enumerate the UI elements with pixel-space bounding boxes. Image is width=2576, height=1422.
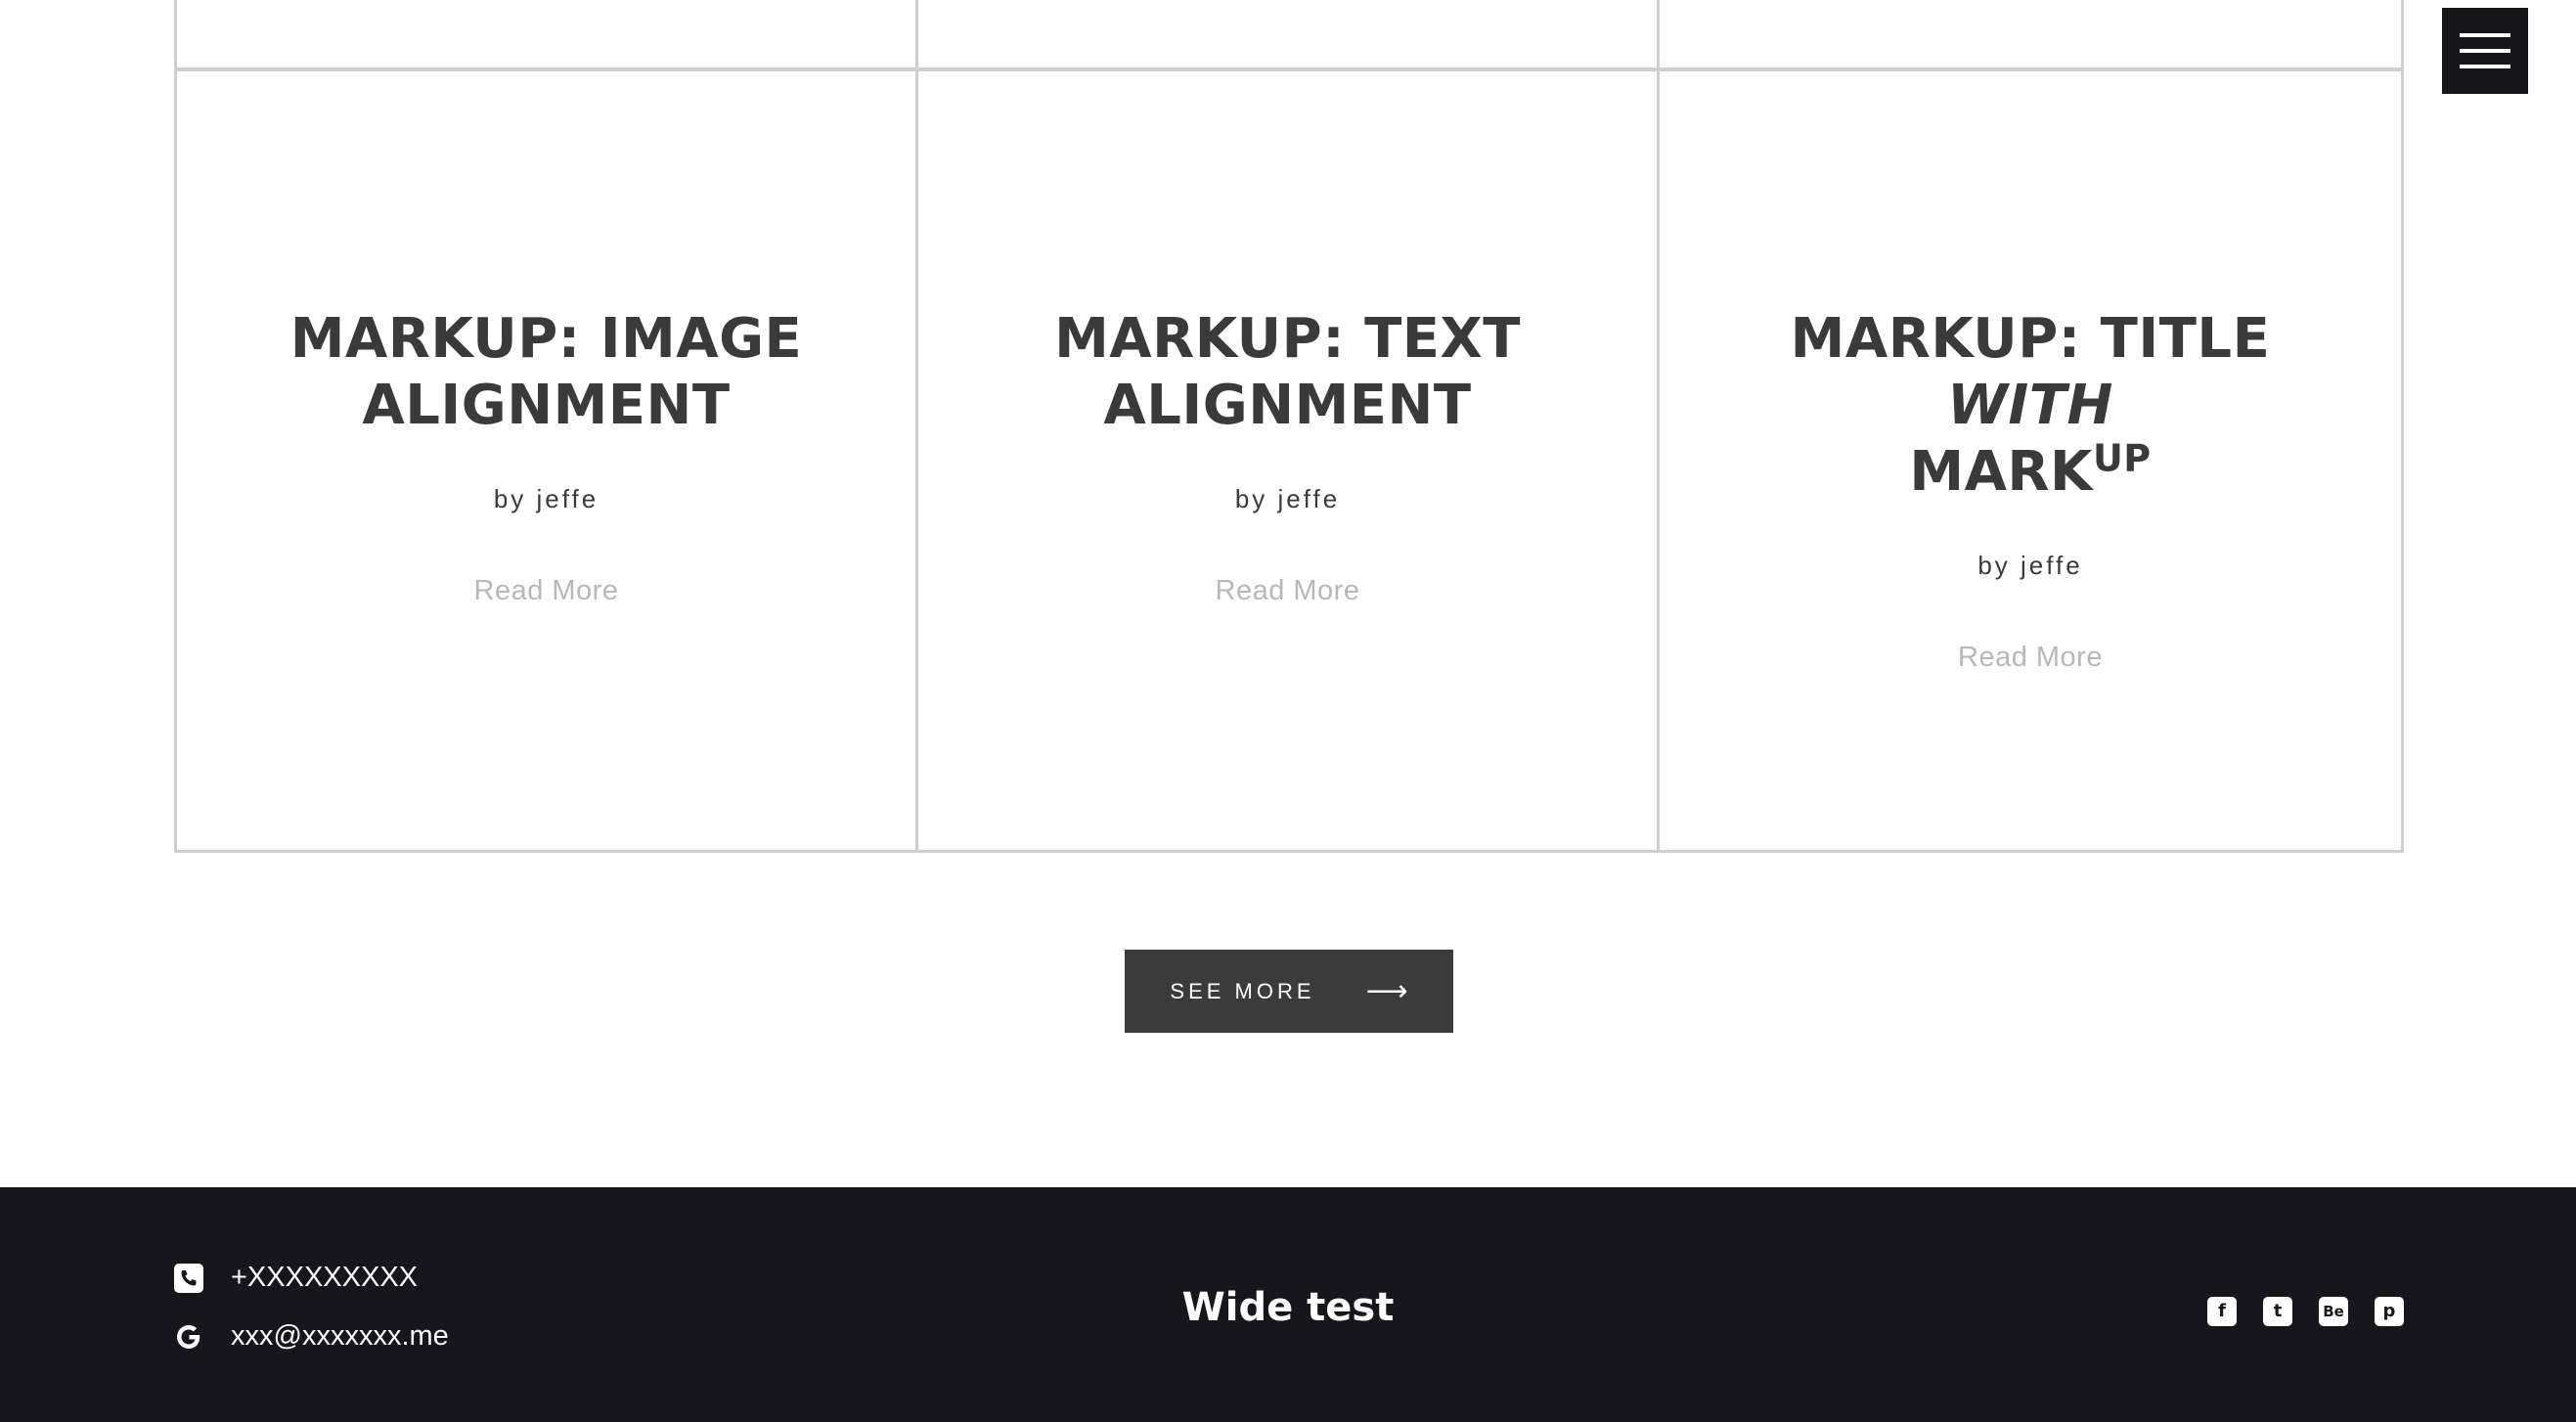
read-more-link[interactable]: Read More [1216,575,1360,607]
page: MARKUP: IMAGE ALIGNMENT by jeffe Read Mo… [0,0,2576,1422]
see-more-label: SEE MORE [1170,978,1315,1003]
post-title[interactable]: MARKUP: TITLE WITH MARKUP [1698,306,2363,506]
behance-icon[interactable]: Be [2319,1297,2348,1326]
twitter-icon[interactable]: t [2263,1297,2292,1326]
hamburger-menu-button[interactable] [2442,8,2528,94]
social-links: f t Be p [2207,1297,2404,1326]
posts-grid: MARKUP: IMAGE ALIGNMENT by jeffe Read Mo… [174,68,2404,853]
post-title-part: MARKUP: TITLE [1790,307,2271,371]
card-partial [1660,0,2401,67]
facebook-icon[interactable]: f [2207,1297,2237,1326]
menu-bar [2460,65,2510,68]
read-more-link[interactable]: Read More [474,575,619,607]
see-more-button[interactable]: SEE MORE ⟶ [1125,950,1453,1033]
site-title[interactable]: Wide test [0,1285,2576,1330]
post-title[interactable]: MARKUP: IMAGE ALIGNMENT [214,306,879,439]
card-partial [918,0,1660,67]
post-card: MARKUP: TEXT ALIGNMENT by jeffe Read Mor… [918,71,1660,850]
post-card: MARKUP: IMAGE ALIGNMENT by jeffe Read Mo… [177,71,918,850]
menu-bar [2460,49,2510,53]
menu-bar [2460,33,2510,37]
post-author: by jeffe [493,484,600,513]
post-title-superscript: UP [2092,436,2152,480]
post-card: MARKUP: TITLE WITH MARKUP by jeffe Read M… [1660,71,2401,850]
arrow-right-icon: ⟶ [1365,974,1408,1007]
post-title[interactable]: MARKUP: TEXT ALIGNMENT [955,306,1621,439]
post-title-part: MARK [1909,440,2093,504]
site-footer: +XXXXXXXXX xxx@xxxxxxx.me Wide test f t … [0,1187,2576,1422]
read-more-link[interactable]: Read More [1958,642,2103,674]
previous-cards-row [174,0,2404,70]
card-partial [177,0,918,67]
post-author: by jeffe [1977,551,2083,580]
post-title-emphasis: WITH [1947,374,2113,437]
pinterest-icon[interactable]: p [2375,1297,2404,1326]
post-author: by jeffe [1234,484,1341,513]
